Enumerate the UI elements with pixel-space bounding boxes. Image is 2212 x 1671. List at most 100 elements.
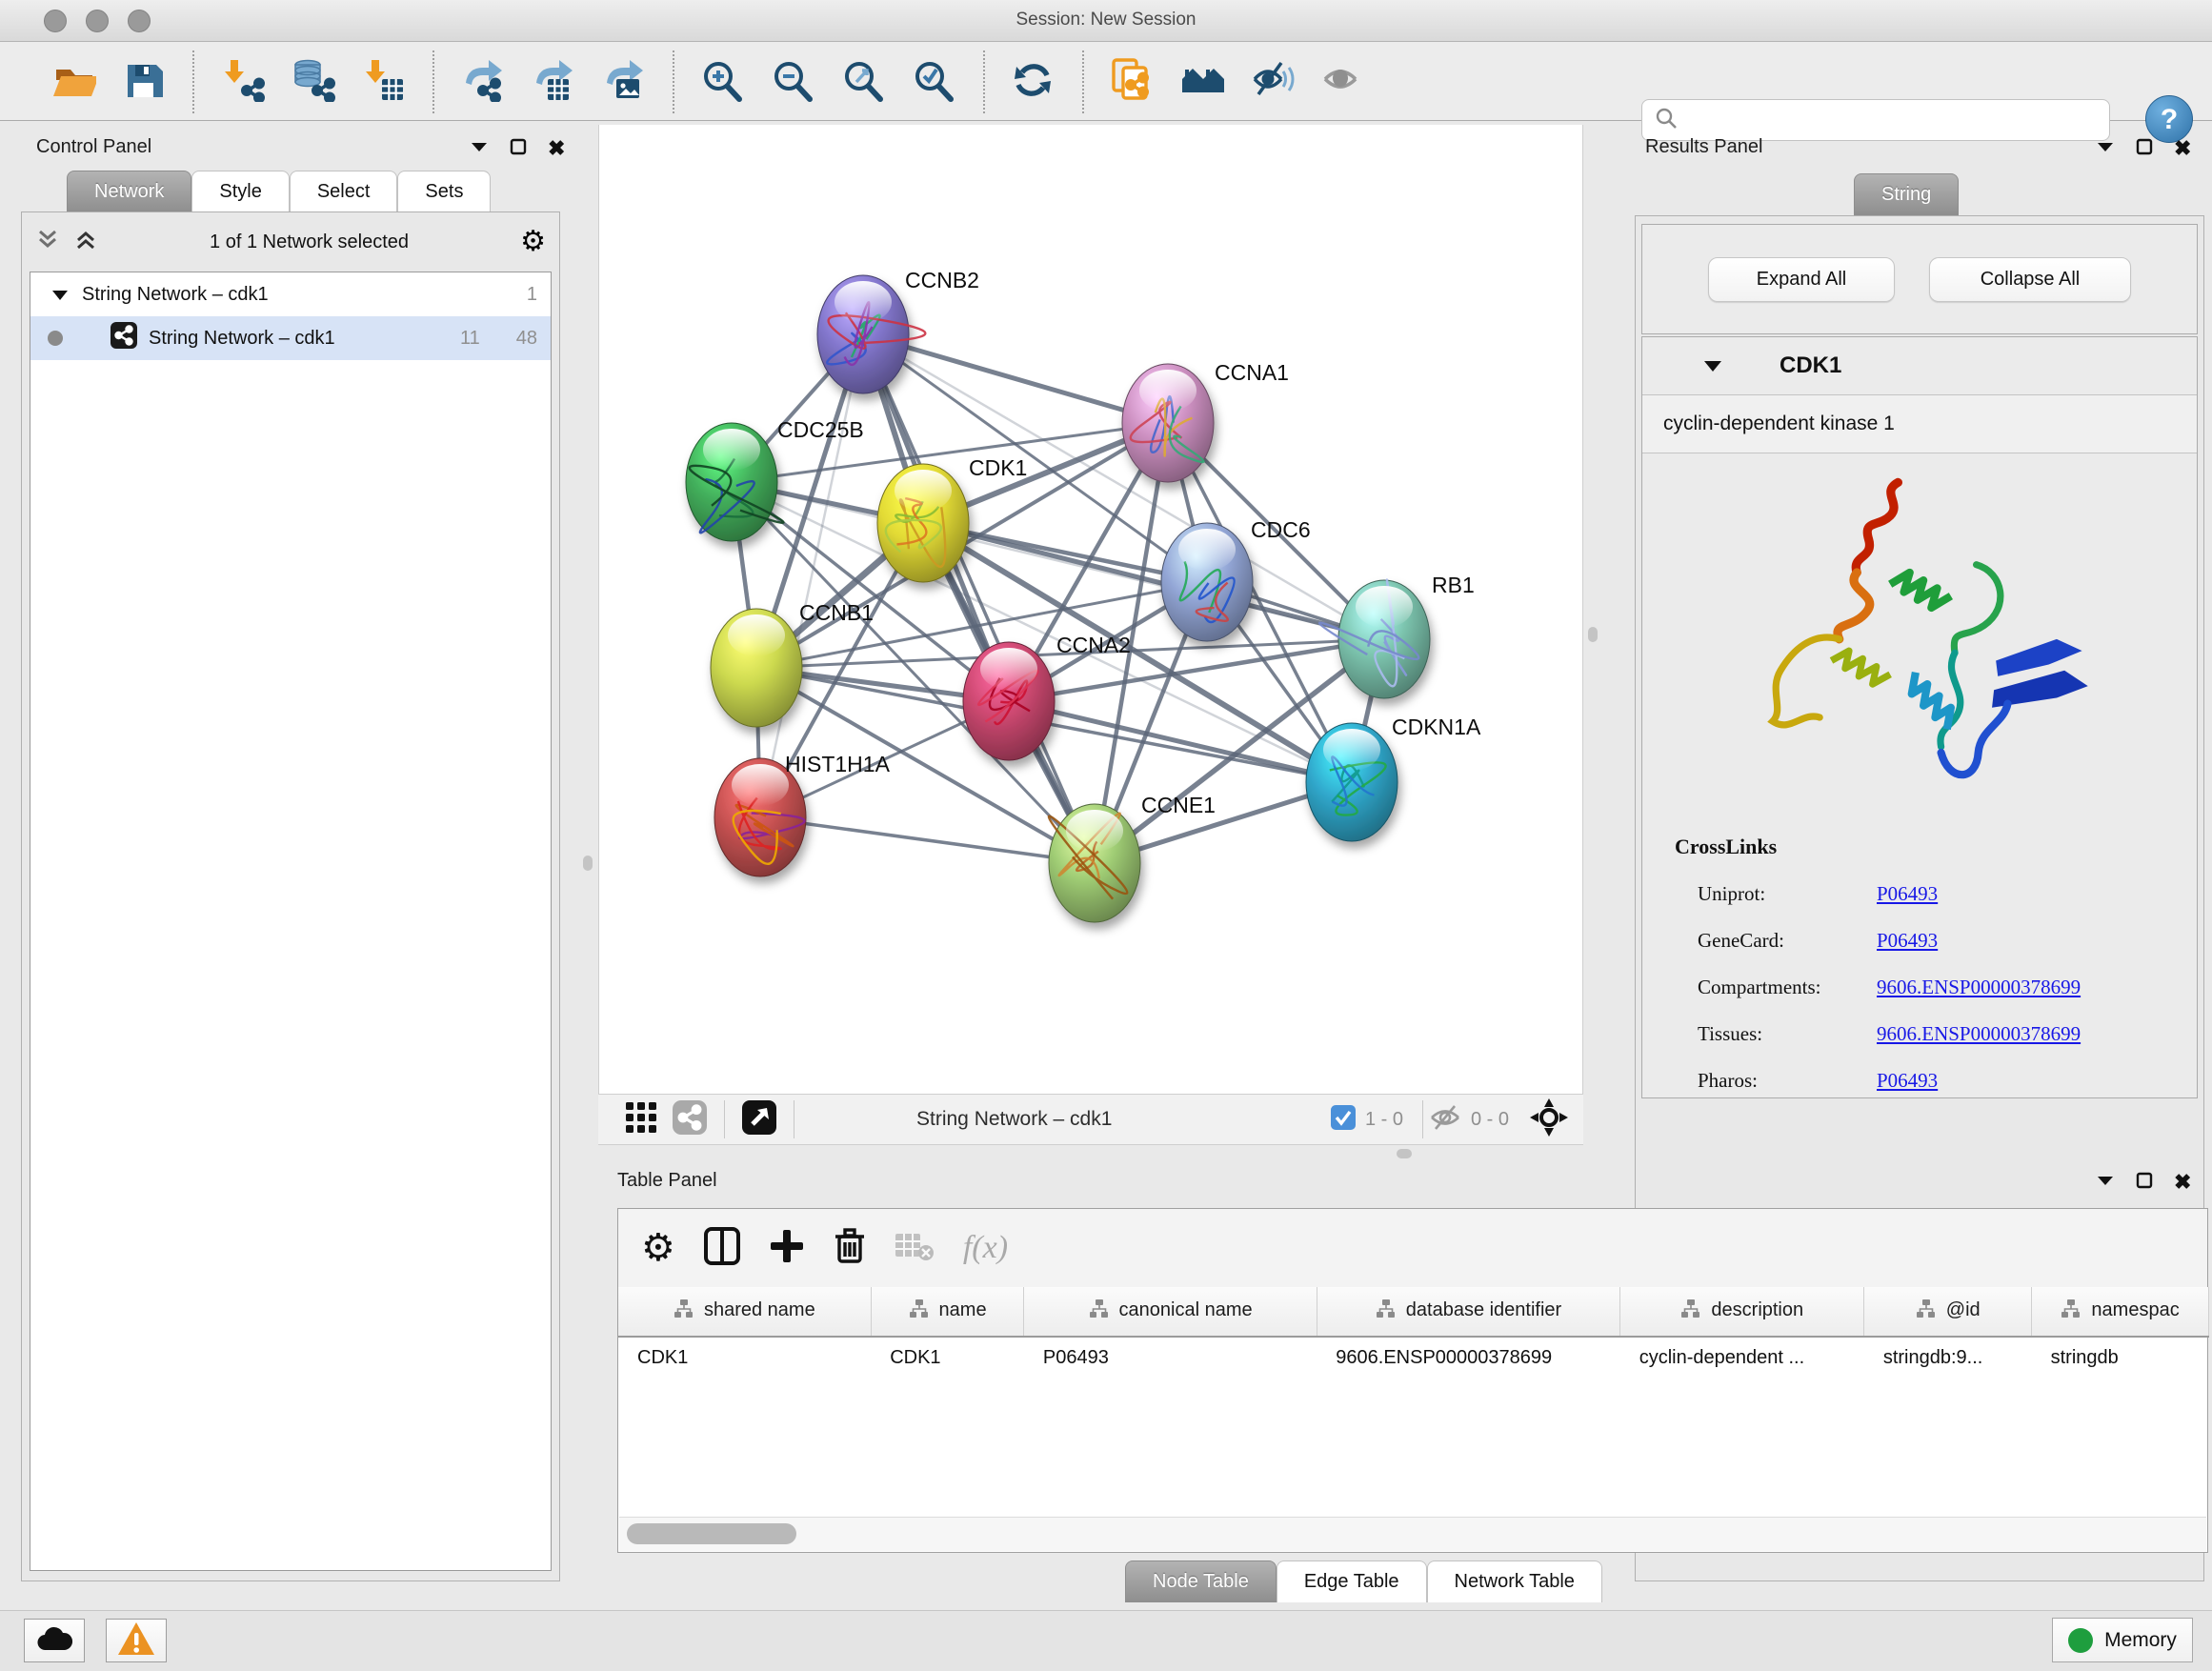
tab-node-table[interactable]: Node Table <box>1125 1560 1277 1602</box>
network-edge[interactable] <box>863 334 1095 863</box>
export-image-button[interactable] <box>594 52 654 111</box>
crosslink-label: Tissues: <box>1698 1022 1877 1046</box>
column-header-canonical-name[interactable]: canonical name <box>1024 1287 1317 1337</box>
table-gear-icon[interactable]: ⚙ <box>641 1229 675 1267</box>
grid-view-icon[interactable] <box>625 1101 657 1138</box>
cloud-button[interactable] <box>24 1619 85 1662</box>
open-folder-button[interactable] <box>44 52 103 111</box>
network-node-CCNB2[interactable]: CCNB2 <box>817 268 979 393</box>
column-header-shared-name[interactable]: shared name <box>618 1287 871 1337</box>
results-panel-float-icon[interactable] <box>2136 138 2153 160</box>
refresh-button[interactable] <box>1004 52 1063 111</box>
right-splitter-handle[interactable] <box>1588 627 1598 642</box>
left-splitter-handle[interactable] <box>583 856 593 871</box>
tab-sets[interactable]: Sets <box>397 171 491 212</box>
network-node-CCNA2[interactable]: CCNA2 <box>963 633 1131 760</box>
crosslink-link[interactable]: 9606.ENSP00000378699 <box>1877 976 2081 999</box>
crosslink-link[interactable]: P06493 <box>1877 1069 1938 1093</box>
node-table[interactable]: shared namenamecanonical namedatabase id… <box>618 1287 2209 1379</box>
table-panel-float-icon[interactable] <box>2136 1172 2153 1194</box>
table-cell[interactable]: cyclin-dependent ... <box>1620 1337 1864 1379</box>
tab-string[interactable]: String <box>1854 173 1959 215</box>
import-network-button[interactable] <box>213 52 272 111</box>
tab-network-table[interactable]: Network Table <box>1427 1560 1602 1602</box>
warning-button[interactable] <box>106 1619 167 1662</box>
table-cell[interactable]: CDK1 <box>618 1337 871 1379</box>
table-cell[interactable]: stringdb <box>2032 1337 2209 1379</box>
network-view-title: String Network – cdk1 <box>916 1108 1112 1131</box>
expand-all-button[interactable]: Expand All <box>1708 257 1895 302</box>
bottom-splitter-handle[interactable] <box>1397 1149 1412 1158</box>
crosslink-link[interactable]: P06493 <box>1877 929 1938 953</box>
tab-edge-table[interactable]: Edge Table <box>1277 1560 1427 1602</box>
crosslink-link[interactable]: P06493 <box>1877 882 1938 906</box>
network-node-CDKN1A[interactable]: CDKN1A <box>1306 715 1481 841</box>
protein-name: CDK1 <box>1780 352 1841 379</box>
control-panel-collapse-icon[interactable] <box>470 140 489 158</box>
column-header-namespac[interactable]: namespac <box>2032 1287 2209 1337</box>
import-table-button[interactable] <box>354 52 413 111</box>
control-panel-float-icon[interactable] <box>510 138 527 160</box>
network-collection-row[interactable]: String Network – cdk1 1 <box>30 272 551 316</box>
collapse-all-networks-icon[interactable] <box>35 228 60 257</box>
table-cell[interactable]: 9606.ENSP00000378699 <box>1317 1337 1619 1379</box>
table-horizontal-scrollbar[interactable] <box>619 1517 2206 1551</box>
export-table-button[interactable] <box>524 52 583 111</box>
delete-column-icon[interactable] <box>834 1227 866 1270</box>
column-header-database-identifier[interactable]: database identifier <box>1317 1287 1619 1337</box>
show-all-button[interactable] <box>1315 52 1374 111</box>
protein-section-header[interactable]: CDK1 <box>1642 337 2197 394</box>
zoom-out-button[interactable] <box>764 52 823 111</box>
expand-all-networks-icon[interactable] <box>73 228 98 257</box>
network-options-gear-icon[interactable]: ⚙ <box>520 228 546 256</box>
tab-style[interactable]: Style <box>191 171 289 212</box>
column-header-description[interactable]: description <box>1620 1287 1864 1337</box>
save-button[interactable] <box>114 52 173 111</box>
table-cell[interactable]: stringdb:9... <box>1864 1337 2032 1379</box>
column-header-name[interactable]: name <box>871 1287 1024 1337</box>
table-row[interactable]: CDK1CDK1P064939606.ENSP00000378699cyclin… <box>618 1337 2209 1379</box>
network-node-CCNE1[interactable]: CCNE1 <box>1049 793 1216 922</box>
network-graph[interactable]: CCNB2CCNA1CDC25BCDK1CDC6RB1CCNB1CCNA2CDK… <box>599 125 1584 1094</box>
scrollbar-thumb[interactable] <box>627 1523 796 1544</box>
zoom-selected-button[interactable] <box>905 52 964 111</box>
table-panel-collapse-icon[interactable] <box>2096 1174 2115 1192</box>
network-from-selection-button[interactable] <box>1103 52 1162 111</box>
network-canvas[interactable]: CCNB2CCNA1CDC25BCDK1CDC6RB1CCNB1CCNA2CDK… <box>598 125 1583 1094</box>
crosslink-link[interactable]: 9606.ENSP00000378699 <box>1877 1022 2081 1046</box>
network-edge[interactable] <box>760 334 863 817</box>
birdseye-view-icon[interactable] <box>1530 1098 1568 1141</box>
network-share-view-icon[interactable] <box>673 1100 707 1139</box>
network-edge[interactable] <box>760 817 1095 863</box>
table-panel-close-icon[interactable]: ✖ <box>2174 1170 2191 1195</box>
zoom-fit-button[interactable] <box>835 52 894 111</box>
detach-view-icon[interactable] <box>742 1100 776 1139</box>
column-header-@id[interactable]: @id <box>1864 1287 2032 1337</box>
zoom-in-button[interactable] <box>694 52 753 111</box>
control-panel-close-icon[interactable]: ✖ <box>548 136 565 161</box>
first-neighbors-button[interactable] <box>1174 52 1233 111</box>
hide-selected-button[interactable] <box>1244 52 1303 111</box>
network-node-HIST1H1A[interactable]: HIST1H1A <box>714 752 891 876</box>
network-collection-count: 1 <box>527 284 537 306</box>
split-columns-icon[interactable] <box>704 1227 740 1270</box>
network-node-RB1[interactable]: RB1 <box>1319 573 1475 698</box>
import-network-database-button[interactable] <box>284 52 343 111</box>
tab-select[interactable]: Select <box>290 171 398 212</box>
tab-network[interactable]: Network <box>67 171 191 212</box>
table-cell[interactable]: CDK1 <box>871 1337 1024 1379</box>
protein-structure-image <box>1642 469 2197 821</box>
add-column-icon[interactable] <box>769 1228 805 1269</box>
memory-button[interactable]: Memory <box>2052 1618 2193 1662</box>
network-node-CDC6[interactable]: CDC6 <box>1161 517 1311 641</box>
export-network-button[interactable] <box>453 52 513 111</box>
network-node-CCNA1[interactable]: CCNA1 <box>1122 360 1289 482</box>
network-edge[interactable] <box>863 334 1168 423</box>
results-panel-close-icon[interactable]: ✖ <box>2174 136 2191 161</box>
results-panel-collapse-icon[interactable] <box>2096 140 2115 158</box>
collapse-all-button[interactable]: Collapse All <box>1929 257 2131 302</box>
network-row-selected[interactable]: String Network – cdk1 11 48 <box>30 316 551 360</box>
selected-counts: 1 - 0 <box>1365 1109 1403 1131</box>
selected-checkbox-icon[interactable] <box>1331 1105 1356 1135</box>
table-cell[interactable]: P06493 <box>1024 1337 1317 1379</box>
